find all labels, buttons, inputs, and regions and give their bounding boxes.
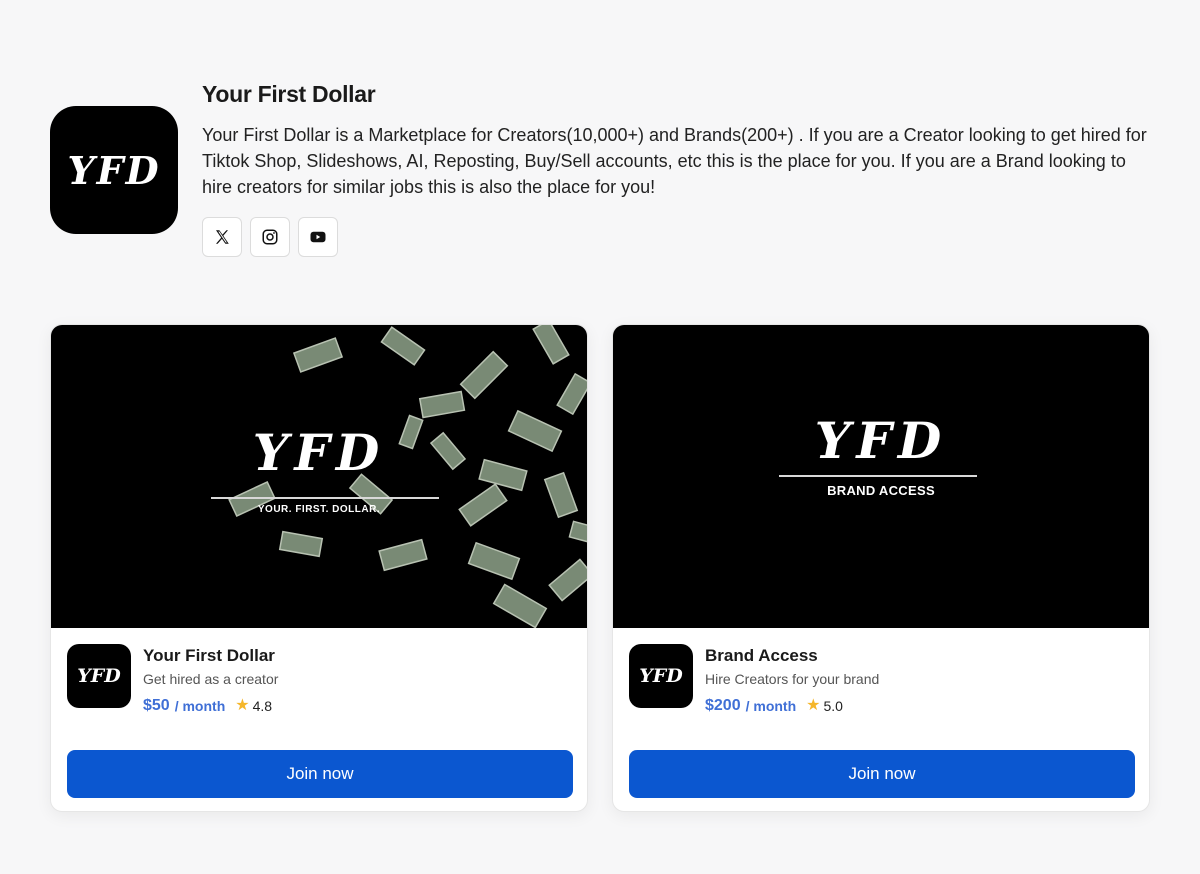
banner-logo: YFD (814, 411, 948, 470)
rating-value: 4.8 (252, 698, 273, 714)
product-rating: ★ 4.8 (235, 696, 272, 716)
product-tagline: Get hired as a creator (143, 671, 279, 687)
product-card[interactable]: YFD YOUR. FIRST. DOLLAR. YFD Your First … (50, 324, 588, 812)
product-name: Brand Access (705, 646, 818, 665)
banner-subtitle: YOUR. FIRST. DOLLAR. (257, 504, 381, 515)
community-logo-text: YFD (67, 147, 161, 193)
product-rating: ★ 5.0 (806, 696, 843, 716)
product-list: YFD YOUR. FIRST. DOLLAR. YFD Your First … (50, 324, 1150, 812)
product-price: $200 (705, 697, 741, 714)
product-details: Brand Access Hire Creators for your bran… (705, 644, 879, 716)
youtube-link[interactable] (298, 217, 338, 257)
product-price: $50 (143, 697, 170, 714)
x-link[interactable] (202, 217, 242, 257)
billing-period: / month (174, 698, 226, 714)
price-row: $200 / month ★ 5.0 (705, 696, 879, 716)
youtube-icon (310, 231, 326, 243)
community-description: Your First Dollar is a Marketplace for C… (202, 125, 1147, 197)
star-icon: ★ (806, 697, 821, 714)
join-now-button[interactable]: Join now (67, 750, 573, 798)
product-thumbnail-text: YFD (639, 665, 683, 687)
community-logo: YFD (50, 106, 178, 234)
product-info: YFD Brand Access Hire Creators for your … (629, 644, 1135, 714)
join-now-button[interactable]: Join now (629, 750, 1135, 798)
product-name: Your First Dollar (143, 646, 275, 665)
x-icon (216, 230, 229, 244)
instagram-link[interactable] (250, 217, 290, 257)
product-thumbnail: YFD (67, 644, 131, 708)
price-row: $50 / month ★ 4.8 (143, 696, 278, 716)
instagram-icon (262, 229, 278, 245)
product-details: Your First Dollar Get hired as a creator… (143, 644, 278, 716)
billing-period: / month (745, 698, 797, 714)
rating-value: 5.0 (823, 698, 843, 714)
product-thumbnail: YFD (629, 644, 693, 708)
banner-logo: YFD (252, 423, 386, 482)
product-thumbnail-text: YFD (77, 665, 121, 687)
product-tagline: Hire Creators for your brand (705, 671, 880, 687)
banner-subtitle: BRAND ACCESS (827, 483, 935, 498)
community-info: Your First Dollar Your First Dollar is a… (202, 78, 1152, 257)
banner-divider (779, 475, 977, 477)
social-links (202, 217, 1152, 257)
community-header: YFD Your First Dollar Your First Dollar … (50, 78, 1150, 268)
product-info: YFD Your First Dollar Get hired as a cre… (67, 644, 573, 714)
star-icon: ★ (235, 697, 250, 714)
product-card[interactable]: YFD BRAND ACCESS YFD Brand Access Hire C… (612, 324, 1150, 812)
product-banner: YFD BRAND ACCESS (613, 325, 1149, 628)
product-banner: YFD YOUR. FIRST. DOLLAR. (51, 325, 587, 628)
community-title: Your First Dollar (202, 81, 376, 107)
banner-divider (211, 497, 439, 499)
